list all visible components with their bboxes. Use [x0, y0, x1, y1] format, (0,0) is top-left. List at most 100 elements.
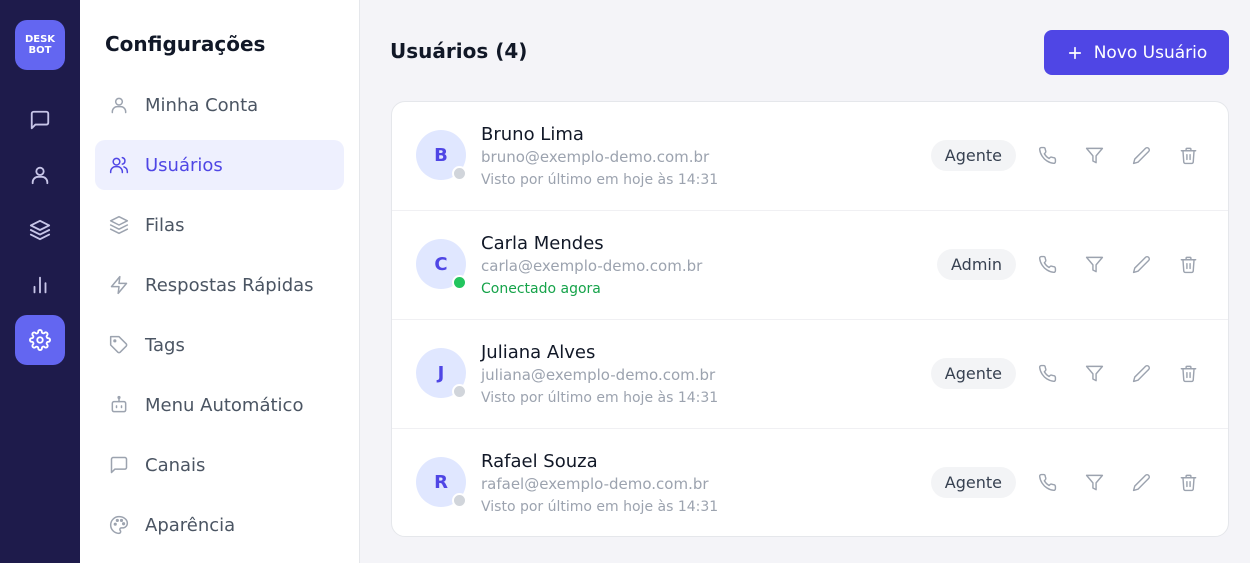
- nav-item-filas[interactable]: Filas: [95, 200, 344, 250]
- user-email: juliana@exemplo-demo.com.br: [481, 366, 716, 384]
- nav-item-tags[interactable]: Tags: [95, 320, 344, 370]
- user-row: B Bruno Lima bruno@exemplo-demo.com.br V…: [392, 102, 1228, 211]
- lightning-icon: [109, 275, 145, 295]
- phone-icon: [1038, 364, 1056, 382]
- phone-icon: [1038, 146, 1056, 164]
- delete-button[interactable]: [1176, 252, 1200, 276]
- edit-button[interactable]: [1129, 143, 1153, 167]
- pencil-icon: [1132, 146, 1150, 164]
- pencil-icon: [1132, 364, 1150, 382]
- nav-item-label: Respostas Rápidas: [145, 274, 314, 296]
- message-square-icon: [109, 455, 145, 475]
- edit-button[interactable]: [1129, 470, 1153, 494]
- status-dot-offline: [452, 493, 467, 508]
- logo-line-2: BOT: [28, 45, 52, 56]
- nav-item-label: Menu Automático: [145, 394, 304, 416]
- nav-item-usuarios[interactable]: Usuários: [95, 140, 344, 190]
- status-dot-online: [452, 275, 467, 290]
- pencil-icon: [1132, 473, 1150, 491]
- logo-line-1: DESK: [24, 34, 56, 45]
- users-icon: [109, 155, 145, 175]
- status-dot-offline: [452, 166, 467, 181]
- filter-icon: [1085, 256, 1103, 272]
- nav-item-aparencia[interactable]: Aparência: [95, 500, 344, 550]
- trash-icon: [1180, 474, 1196, 491]
- nav-item-respostas-rapidas[interactable]: Respostas Rápidas: [95, 260, 344, 310]
- nav-item-label: Filas: [145, 214, 185, 236]
- nav-item-minha-conta[interactable]: Minha Conta: [95, 80, 344, 130]
- nav-item-menu-automatico[interactable]: Menu Automático: [95, 380, 344, 430]
- phone-button[interactable]: [1035, 361, 1059, 385]
- filter-button[interactable]: [1082, 361, 1106, 385]
- role-badge: Agente: [930, 140, 1016, 171]
- user-email: rafael@exemplo-demo.com.br: [481, 475, 709, 493]
- role-badge: Admin: [937, 249, 1016, 280]
- phone-icon: [1038, 255, 1056, 273]
- plus-icon: [1068, 46, 1081, 59]
- role-badge: Agente: [930, 358, 1016, 389]
- nav-item-label: Minha Conta: [145, 94, 259, 116]
- user-last-seen: Visto por último em hoje às 14:31: [481, 499, 719, 515]
- nav-item-canais[interactable]: Canais: [95, 440, 344, 490]
- phone-button[interactable]: [1035, 143, 1059, 167]
- phone-button[interactable]: [1035, 252, 1059, 276]
- bar-chart-icon: [33, 276, 47, 294]
- nav-item-label: Usuários: [145, 154, 223, 176]
- nav-item-label: Canais: [145, 454, 206, 476]
- phone-button[interactable]: [1035, 470, 1059, 494]
- chat-icon: [30, 110, 50, 130]
- user-last-seen: Visto por último em hoje às 14:31: [481, 390, 719, 406]
- layers-icon: [29, 219, 51, 241]
- rail-reports-button[interactable]: [15, 260, 65, 310]
- filter-icon: [1085, 147, 1103, 163]
- trash-icon: [1180, 256, 1196, 273]
- pencil-icon: [1132, 255, 1150, 273]
- nav-item-label: Tags: [145, 334, 185, 356]
- new-user-button[interactable]: Novo Usuário: [1044, 30, 1229, 75]
- user-name: Bruno Lima: [481, 124, 584, 145]
- rail-queues-button[interactable]: [15, 205, 65, 255]
- role-badge: Agente: [930, 467, 1016, 498]
- user-email: carla@exemplo-demo.com.br: [481, 257, 703, 275]
- rail-contacts-button[interactable]: [15, 150, 65, 200]
- trash-icon: [1180, 147, 1196, 164]
- settings-nav: Configurações Minha Conta Usuários Filas…: [80, 0, 360, 563]
- user-name: Juliana Alves: [481, 342, 596, 363]
- filter-icon: [1085, 474, 1103, 490]
- user-name: Carla Mendes: [481, 233, 604, 254]
- phone-icon: [1038, 473, 1056, 491]
- robot-icon: [109, 395, 145, 415]
- user-row: R Rafael Souza rafael@exemplo-demo.com.b…: [392, 429, 1228, 536]
- settings-nav-title: Configurações: [105, 32, 266, 56]
- delete-button[interactable]: [1176, 361, 1200, 385]
- layers-icon: [109, 215, 145, 235]
- tag-icon: [109, 335, 145, 355]
- filter-button[interactable]: [1082, 143, 1106, 167]
- user-row: J Juliana Alves juliana@exemplo-demo.com…: [392, 320, 1228, 429]
- user-name: Rafael Souza: [481, 451, 598, 472]
- filter-icon: [1085, 365, 1103, 381]
- user-icon: [109, 95, 145, 115]
- filter-button[interactable]: [1082, 252, 1106, 276]
- gear-icon: [29, 329, 51, 351]
- rail-chat-button[interactable]: [15, 95, 65, 145]
- edit-button[interactable]: [1129, 252, 1153, 276]
- palette-icon: [109, 515, 145, 535]
- user-last-seen: Visto por último em hoje às 14:31: [481, 172, 719, 188]
- users-list: B Bruno Lima bruno@exemplo-demo.com.br V…: [391, 101, 1229, 537]
- user-icon: [31, 166, 49, 185]
- delete-button[interactable]: [1176, 470, 1200, 494]
- status-dot-offline: [452, 384, 467, 399]
- app-logo[interactable]: DESK BOT: [15, 20, 65, 70]
- page-title: Usuários (4): [390, 39, 528, 63]
- user-last-seen: Conectado agora: [481, 281, 601, 297]
- edit-button[interactable]: [1129, 361, 1153, 385]
- user-email: bruno@exemplo-demo.com.br: [481, 148, 710, 166]
- delete-button[interactable]: [1176, 143, 1200, 167]
- rail-settings-button[interactable]: [15, 315, 65, 365]
- new-user-button-label: Novo Usuário: [1093, 42, 1208, 63]
- app-rail: DESK BOT: [0, 0, 80, 563]
- user-row: C Carla Mendes carla@exemplo-demo.com.br…: [392, 211, 1228, 320]
- nav-item-label: Aparência: [145, 514, 236, 536]
- filter-button[interactable]: [1082, 470, 1106, 494]
